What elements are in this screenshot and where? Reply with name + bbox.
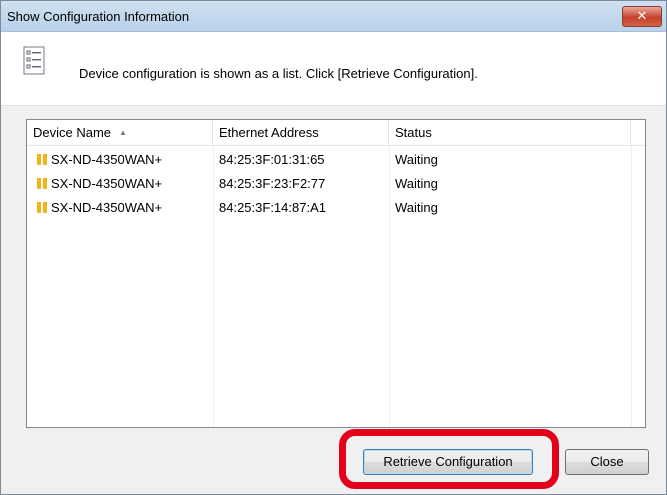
- device-name-cell: SX-ND-4350WAN+: [51, 176, 163, 191]
- column-header-device-name[interactable]: Device Name ▲: [27, 120, 213, 145]
- dialog-title: Show Configuration Information: [7, 9, 190, 24]
- device-icon: [37, 178, 47, 189]
- device-list[interactable]: Device Name ▲ Ethernet Address Status SX…: [26, 119, 646, 428]
- table-row[interactable]: SX-ND-4350WAN+ 84:25:3F:23:F2:77 Waiting: [27, 172, 645, 196]
- sort-ascending-icon: ▲: [119, 128, 127, 137]
- status-cell: Waiting: [395, 176, 438, 191]
- status-cell: Waiting: [395, 152, 438, 167]
- highlight-annotation: [339, 429, 559, 489]
- status-cell: Waiting: [395, 200, 438, 215]
- column-header-status[interactable]: Status: [389, 120, 631, 145]
- ethernet-address-cell: 84:25:3F:01:31:65: [219, 152, 325, 167]
- table-row[interactable]: SX-ND-4350WAN+ 84:25:3F:14:87:A1 Waiting: [27, 196, 645, 220]
- ethernet-address-cell: 84:25:3F:23:F2:77: [219, 176, 326, 191]
- column-label: Ethernet Address: [219, 125, 319, 140]
- list-header: Device Name ▲ Ethernet Address Status: [27, 120, 645, 146]
- table-row[interactable]: SX-ND-4350WAN+ 84:25:3F:01:31:65 Waiting: [27, 148, 645, 172]
- close-window-button[interactable]: ✕: [622, 6, 662, 27]
- ethernet-address-cell: 84:25:3F:14:87:A1: [219, 200, 326, 215]
- configuration-dialog: Show Configuration Information ✕ Device …: [0, 0, 667, 495]
- device-name-cell: SX-ND-4350WAN+: [51, 152, 163, 167]
- device-icon: [37, 154, 47, 165]
- device-name-cell: SX-ND-4350WAN+: [51, 200, 163, 215]
- column-header-ethernet-address[interactable]: Ethernet Address: [213, 120, 389, 145]
- message-panel: Device configuration is shown as a list.…: [1, 32, 666, 106]
- column-label: Status: [395, 125, 432, 140]
- title-bar[interactable]: Show Configuration Information ✕: [1, 1, 666, 32]
- instruction-text: Device configuration is shown as a list.…: [79, 66, 478, 81]
- list-icon: [23, 46, 45, 75]
- column-label: Device Name: [33, 125, 112, 140]
- close-icon: ✕: [636, 8, 648, 23]
- close-button[interactable]: Close: [565, 449, 649, 475]
- device-icon: [37, 202, 47, 213]
